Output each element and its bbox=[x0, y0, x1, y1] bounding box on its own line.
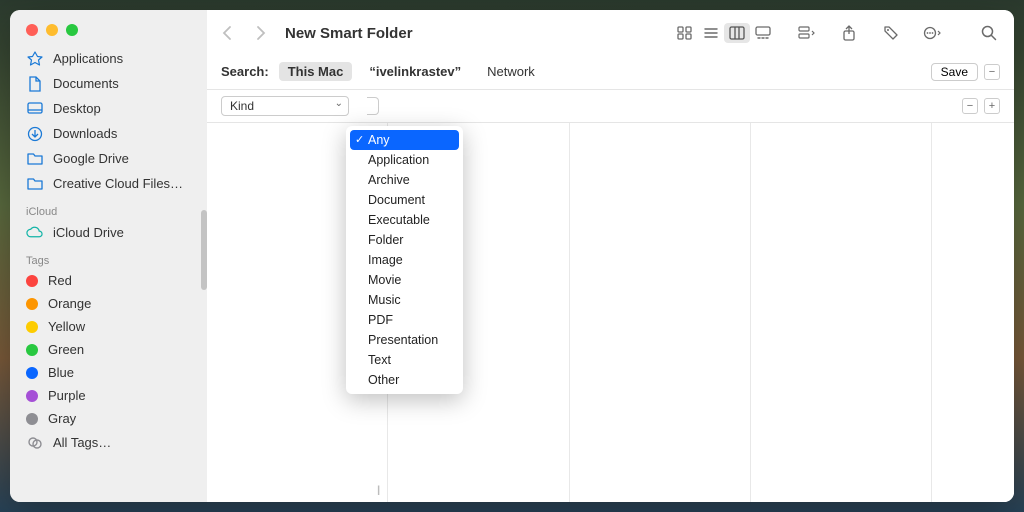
sidebar-item-applications[interactable]: Applications bbox=[10, 46, 207, 71]
sidebar-tag-orange[interactable]: Orange bbox=[10, 292, 207, 315]
action-button[interactable] bbox=[922, 23, 944, 43]
tag-color-dot bbox=[26, 413, 38, 425]
column-view-button[interactable] bbox=[724, 23, 750, 43]
criteria-row: Kind − + bbox=[207, 90, 1014, 123]
sidebar-tag-yellow[interactable]: Yellow bbox=[10, 315, 207, 338]
kind-option-pdf[interactable]: PDF bbox=[346, 310, 463, 330]
zoom-window-button[interactable] bbox=[66, 24, 78, 36]
sidebar-item-label: Downloads bbox=[53, 126, 117, 141]
tag-color-dot bbox=[26, 298, 38, 310]
apps-icon bbox=[26, 50, 43, 67]
kind-option-archive[interactable]: Archive bbox=[346, 170, 463, 190]
criteria-value-dropdown-edge[interactable] bbox=[367, 97, 379, 115]
main-pane: New Smart Folder Search: This Mac “ivelin… bbox=[207, 10, 1014, 502]
add-criteria-collapse-button[interactable]: − bbox=[984, 64, 1000, 80]
toolbar: New Smart Folder bbox=[207, 10, 1014, 56]
search-button[interactable] bbox=[978, 23, 1000, 43]
search-scope-bar: Search: This Mac “ivelinkrastev” Network S… bbox=[207, 56, 1014, 90]
kind-option-music[interactable]: Music bbox=[346, 290, 463, 310]
sidebar-item-label: Desktop bbox=[53, 101, 101, 116]
icon-view-button[interactable] bbox=[672, 23, 698, 43]
sidebar-item-label: Applications bbox=[53, 51, 123, 66]
sidebar-item-google-drive[interactable]: Google Drive bbox=[10, 146, 207, 171]
sidebar-item-label: Yellow bbox=[48, 319, 85, 334]
kind-dropdown-menu: AnyApplicationArchiveDocumentExecutableF… bbox=[346, 126, 463, 394]
kind-option-other[interactable]: Other bbox=[346, 370, 463, 390]
sidebar-item-label: All Tags… bbox=[53, 435, 111, 450]
share-button[interactable] bbox=[838, 23, 860, 43]
tag-color-dot bbox=[26, 344, 38, 356]
sidebar-item-label: Google Drive bbox=[53, 151, 129, 166]
tag-color-dot bbox=[26, 367, 38, 379]
search-scope-network[interactable]: Network bbox=[478, 62, 544, 81]
sidebar-item-downloads[interactable]: Downloads bbox=[10, 121, 207, 146]
sidebar-tag-blue[interactable]: Blue bbox=[10, 361, 207, 384]
search-scope-ivelinkrastev[interactable]: “ivelinkrastev” bbox=[360, 62, 470, 81]
kind-option-any[interactable]: Any bbox=[350, 130, 459, 150]
list-view-button[interactable] bbox=[698, 23, 724, 43]
sidebar-tag-gray[interactable]: Gray bbox=[10, 407, 207, 430]
sidebar-item-label: Documents bbox=[53, 76, 119, 91]
doc-icon bbox=[26, 75, 43, 92]
sidebar-section-icloud: iCloud bbox=[10, 196, 207, 220]
window-title: New Smart Folder bbox=[285, 25, 413, 42]
sidebar-tag-red[interactable]: Red bbox=[10, 269, 207, 292]
nav-back-button[interactable] bbox=[221, 25, 233, 41]
sidebar-item-label: Gray bbox=[48, 411, 76, 426]
sidebar-item-label: iCloud Drive bbox=[53, 225, 124, 240]
sidebar-item-icloud-drive[interactable]: iCloud Drive bbox=[10, 220, 207, 245]
search-scope-thismac[interactable]: This Mac bbox=[279, 62, 353, 81]
downloads-icon bbox=[26, 125, 43, 142]
close-window-button[interactable] bbox=[26, 24, 38, 36]
kind-option-folder[interactable]: Folder bbox=[346, 230, 463, 250]
sidebar-item-label: Creative Cloud Files… bbox=[53, 176, 183, 191]
kind-option-document[interactable]: Document bbox=[346, 190, 463, 210]
sidebar-item-documents[interactable]: Documents bbox=[10, 71, 207, 96]
tag-color-dot bbox=[26, 275, 38, 287]
kind-option-text[interactable]: Text bbox=[346, 350, 463, 370]
view-switcher bbox=[672, 23, 776, 43]
sidebar-item-label: Purple bbox=[48, 388, 86, 403]
nav-forward-button[interactable] bbox=[255, 25, 267, 41]
search-label: Search: bbox=[221, 64, 269, 79]
sidebar-item-label: Blue bbox=[48, 365, 74, 380]
tags-button[interactable] bbox=[880, 23, 902, 43]
folder-icon bbox=[26, 175, 43, 192]
desktop-icon bbox=[26, 100, 43, 117]
save-search-button[interactable]: Save bbox=[931, 63, 978, 81]
add-criteria-button[interactable]: + bbox=[984, 98, 1000, 114]
sidebar-item-label: Green bbox=[48, 342, 84, 357]
group-by-button[interactable] bbox=[796, 23, 818, 43]
column-resize-handle[interactable]: || bbox=[377, 485, 378, 496]
criteria-field-dropdown[interactable]: Kind bbox=[221, 96, 349, 116]
sidebar-item-creative-cloud-files-[interactable]: Creative Cloud Files… bbox=[10, 171, 207, 196]
sidebar-tag-purple[interactable]: Purple bbox=[10, 384, 207, 407]
sidebar-item-label: Red bbox=[48, 273, 72, 288]
kind-option-executable[interactable]: Executable bbox=[346, 210, 463, 230]
kind-option-presentation[interactable]: Presentation bbox=[346, 330, 463, 350]
folder-icon bbox=[26, 150, 43, 167]
results-column-view: || bbox=[207, 123, 1014, 502]
kind-option-application[interactable]: Application bbox=[346, 150, 463, 170]
all-tags-icon bbox=[26, 434, 43, 451]
sidebar-item-desktop[interactable]: Desktop bbox=[10, 96, 207, 121]
sidebar-tag-green[interactable]: Green bbox=[10, 338, 207, 361]
sidebar-section-tags: Tags bbox=[10, 245, 207, 269]
minimize-window-button[interactable] bbox=[46, 24, 58, 36]
tag-color-dot bbox=[26, 390, 38, 402]
tag-color-dot bbox=[26, 321, 38, 333]
window-controls bbox=[10, 10, 207, 36]
sidebar-list: Applications Documents Desktop Downloads Goo… bbox=[10, 36, 207, 502]
sidebar-item-label: Orange bbox=[48, 296, 91, 311]
remove-criteria-button[interactable]: − bbox=[962, 98, 978, 114]
kind-option-image[interactable]: Image bbox=[346, 250, 463, 270]
gallery-view-button[interactable] bbox=[750, 23, 776, 43]
sidebar-item-all-tags[interactable]: All Tags… bbox=[10, 430, 207, 455]
kind-option-movie[interactable]: Movie bbox=[346, 270, 463, 290]
finder-window: Applications Documents Desktop Downloads Goo… bbox=[10, 10, 1014, 502]
sidebar: Applications Documents Desktop Downloads Goo… bbox=[10, 10, 207, 502]
cloud-icon bbox=[26, 224, 43, 241]
